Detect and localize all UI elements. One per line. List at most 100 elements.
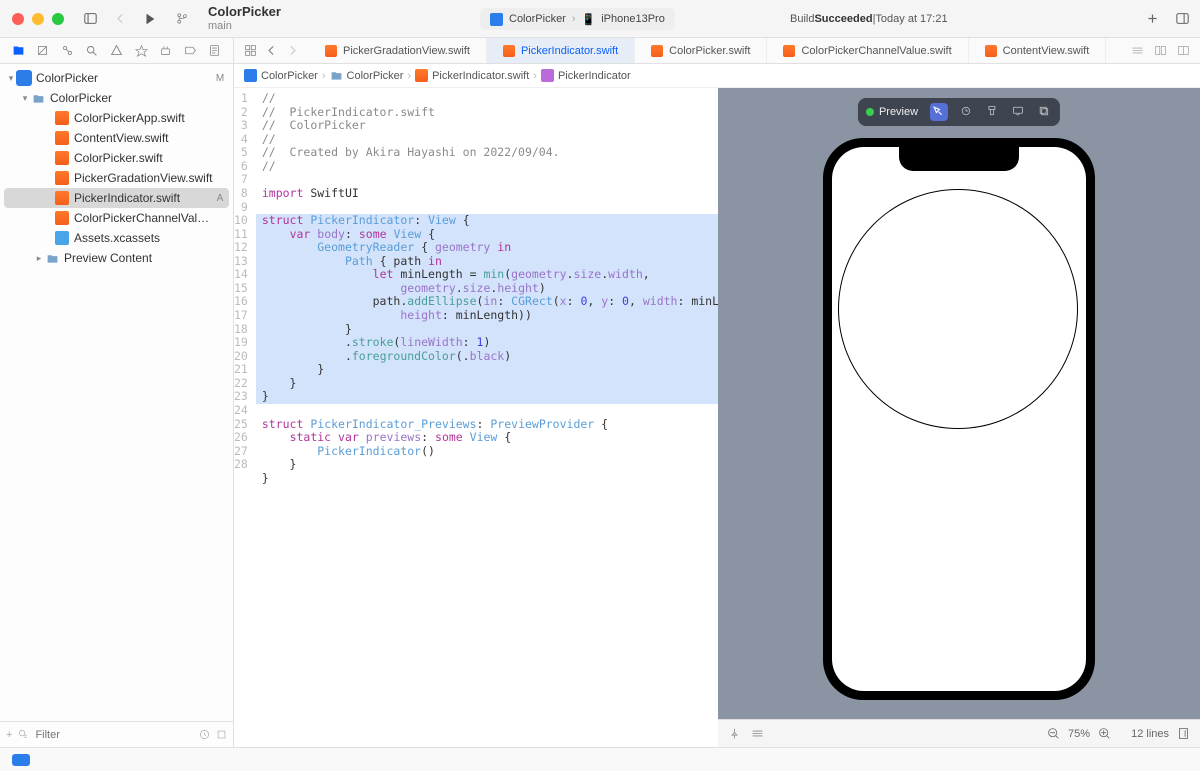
tree-group-preview[interactable]: ▸ Preview Content — [0, 248, 233, 268]
rendered-circle — [838, 189, 1078, 429]
breadcrumb-segment[interactable]: ColorPicker — [347, 70, 404, 82]
preview-toolbar: Preview — [858, 98, 1060, 126]
zoom-in-icon[interactable] — [1098, 727, 1111, 740]
navigator-filter: + — [0, 721, 233, 747]
preview-status-bar: 75% 12 lines — [718, 719, 1200, 747]
duplicate-preview-icon[interactable] — [1038, 105, 1052, 119]
swift-icon — [985, 45, 997, 57]
file-row[interactable]: ColorPickerChannelValue.s... — [0, 208, 233, 228]
sidebar-toggle-icon[interactable] — [82, 11, 98, 27]
related-items-icon[interactable] — [244, 44, 257, 57]
jump-bar[interactable]: ColorPicker›ColorPicker›PickerIndicator.… — [234, 64, 1200, 88]
code-content[interactable]: //// PickerIndicator.swift// ColorPicker… — [256, 92, 718, 747]
file-row[interactable]: Assets.xcassets — [0, 228, 233, 248]
close-window-button[interactable] — [12, 13, 24, 25]
symbol-navigator-icon[interactable] — [58, 42, 76, 60]
live-preview-button[interactable]: Preview — [866, 106, 918, 118]
run-button[interactable] — [142, 11, 158, 27]
selectable-preview-icon[interactable] — [930, 103, 948, 121]
debug-navigator-icon[interactable] — [157, 42, 175, 60]
source-control-navigator-icon[interactable] — [34, 42, 52, 60]
editor-tab[interactable]: ColorPicker.swift — [635, 38, 767, 63]
window-controls — [12, 13, 64, 25]
filter-tag-icon[interactable] — [12, 754, 30, 766]
breadcrumb-segment[interactable]: PickerIndicator.swift — [432, 70, 529, 82]
editor-tab[interactable]: PickerGradationView.swift — [309, 38, 487, 63]
minimap-icon[interactable] — [1177, 727, 1190, 740]
swift-icon — [325, 45, 337, 57]
back-icon[interactable] — [265, 44, 278, 57]
find-navigator-icon[interactable] — [83, 42, 101, 60]
line-gutter: 1234567891011121314151617181920212223242… — [234, 92, 256, 747]
tree-group[interactable]: ▾ ColorPicker — [0, 88, 233, 108]
source-editor[interactable]: 1234567891011121314151617181920212223242… — [234, 88, 718, 747]
adjust-editor-icon[interactable] — [1154, 44, 1167, 57]
file-tree[interactable]: ▾ ColorPicker M ▾ ColorPicker ColorPicke… — [0, 64, 233, 721]
device-bezel — [823, 138, 1095, 700]
file-row[interactable]: ColorPicker.swift — [0, 148, 233, 168]
add-icon[interactable]: + — [6, 729, 12, 741]
device-screen[interactable] — [832, 147, 1086, 691]
project-navigator: ▾ ColorPicker M ▾ ColorPicker ColorPicke… — [0, 64, 234, 747]
issue-navigator-icon[interactable] — [107, 42, 125, 60]
file-row[interactable]: ContentView.swift — [0, 128, 233, 148]
variants-icon[interactable] — [960, 105, 974, 119]
swift-icon — [55, 111, 69, 125]
breadcrumb-segment[interactable]: ColorPicker — [261, 70, 318, 82]
test-navigator-icon[interactable] — [132, 42, 150, 60]
device-icon: 📱 — [582, 13, 596, 26]
chevron-right-icon: › — [407, 70, 411, 82]
pin-icon[interactable] — [728, 727, 741, 740]
editor-area: ColorPicker›ColorPicker›PickerIndicator.… — [234, 64, 1200, 747]
editor-options-icon[interactable] — [1131, 44, 1144, 57]
library-icon[interactable] — [1174, 11, 1190, 27]
preview-canvas[interactable]: Preview — [718, 88, 1200, 747]
editor-tab[interactable]: ContentView.swift — [969, 38, 1107, 63]
add-icon[interactable] — [1144, 11, 1160, 27]
file-row[interactable]: PickerGradationView.swift — [0, 168, 233, 188]
filter-icon[interactable] — [18, 729, 29, 740]
titlebar: ColorPicker main ColorPicker › 📱 iPhone1… — [0, 0, 1200, 38]
nav-back-icon[interactable] — [112, 11, 128, 27]
assets-icon — [55, 231, 69, 245]
scheme-device: iPhone13Pro — [601, 13, 665, 25]
add-editor-icon[interactable] — [1177, 44, 1190, 57]
disclosure-open-icon[interactable]: ▾ — [20, 93, 30, 104]
recent-icon[interactable] — [199, 729, 210, 740]
preview-device-icon[interactable] — [1012, 105, 1026, 119]
branch-icon — [174, 11, 190, 27]
device-settings-icon[interactable] — [986, 105, 1000, 119]
build-status[interactable]: Build Succeeded | Today at 17:21 — [790, 8, 948, 30]
breakpoint-navigator-icon[interactable] — [181, 42, 199, 60]
app-icon — [16, 70, 32, 86]
editor-tab[interactable]: PickerIndicator.swift — [487, 38, 635, 63]
project-branch: main — [208, 20, 281, 32]
disclosure-open-icon[interactable]: ▾ — [6, 73, 16, 84]
report-navigator-icon[interactable] — [206, 42, 224, 60]
scheme-target: ColorPicker — [509, 13, 566, 25]
disclosure-closed-icon[interactable]: ▸ — [34, 253, 44, 264]
swift-icon — [503, 45, 515, 57]
file-row[interactable]: PickerIndicator.swiftA — [4, 188, 229, 208]
zoom-window-button[interactable] — [52, 13, 64, 25]
editor-tabs: PickerGradationView.swiftPickerIndicator… — [309, 38, 1121, 63]
minimize-window-button[interactable] — [32, 13, 44, 25]
forward-icon[interactable] — [286, 44, 299, 57]
scm-filter-icon[interactable] — [216, 729, 227, 740]
folder-icon — [30, 90, 46, 106]
file-row[interactable]: ColorPickerApp.swift — [0, 108, 233, 128]
filter-input[interactable] — [35, 729, 193, 741]
canvas-settings-icon[interactable] — [751, 727, 764, 740]
project-title[interactable]: ColorPicker main — [208, 5, 281, 31]
zoom-level[interactable]: 75% — [1068, 728, 1090, 740]
project-navigator-icon[interactable] — [9, 42, 27, 60]
breadcrumb-segment[interactable]: PickerIndicator — [558, 70, 631, 82]
project-name: ColorPicker — [208, 5, 281, 19]
editor-tab[interactable]: ColorPickerChannelValue.swift — [767, 38, 968, 63]
zoom-out-icon[interactable] — [1047, 727, 1060, 740]
swift-icon — [783, 45, 795, 57]
swift-icon — [55, 211, 69, 225]
tree-root[interactable]: ▾ ColorPicker M — [0, 68, 233, 88]
scheme-selector[interactable]: ColorPicker › 📱 iPhone13Pro — [480, 8, 675, 30]
swift-icon — [651, 45, 663, 57]
